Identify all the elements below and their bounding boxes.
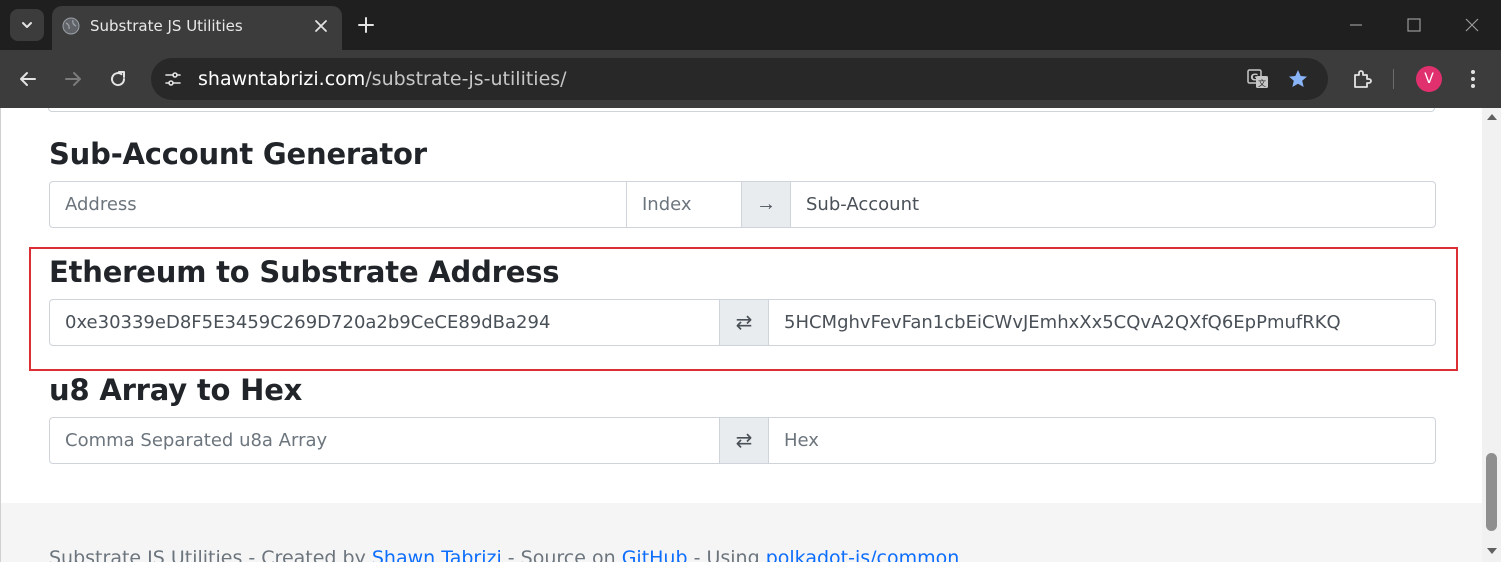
ethereum-address-input[interactable]: 0xe30339eD8F5E3459C269D720a2b9CeCE89dBa2… xyxy=(49,299,720,346)
tab-search-button[interactable] xyxy=(10,9,44,41)
window-close-icon[interactable] xyxy=(1462,15,1482,35)
swap-icon: ⇄ xyxy=(735,430,753,452)
page-scrollbar[interactable] xyxy=(1482,108,1501,562)
chevron-down-icon xyxy=(22,22,32,28)
reload-icon xyxy=(111,71,126,87)
footer-mid1: - Source on xyxy=(501,547,622,562)
extensions-button[interactable] xyxy=(1350,67,1374,91)
sub-account-input-group: Address Index → Sub-Account xyxy=(49,181,1436,228)
star-icon xyxy=(1289,70,1307,87)
section-title-eth-to-substrate: Ethereum to Substrate Address xyxy=(49,255,560,289)
minimize-icon[interactable] xyxy=(1346,15,1366,35)
browser-toolbar: shawntabrizi.com/substrate-js-utilities/… xyxy=(0,50,1501,108)
swap-icon: ⇄ xyxy=(735,312,753,334)
site-info-button[interactable] xyxy=(161,67,185,91)
swap-button[interactable]: ⇄ xyxy=(719,299,769,346)
polkadot-link[interactable]: polkadot-js/common xyxy=(766,547,960,562)
substrate-address-input[interactable]: 5HCMghvFevFan1cbEiCWvJEmhxXx5CQvA2QXfQ6E… xyxy=(768,299,1436,346)
scrollbar-thumb[interactable] xyxy=(1486,453,1497,531)
sub-account-output[interactable]: Sub-Account xyxy=(790,181,1436,228)
u8-to-hex-input-group: Comma Separated u8a Array ⇄ Hex xyxy=(49,417,1436,464)
footer-text: Substrate JS Utilities - Created by Shaw… xyxy=(49,547,959,562)
kebab-icon xyxy=(1471,70,1475,88)
translate-button[interactable]: G 文 xyxy=(1246,67,1270,91)
profile-avatar[interactable]: V xyxy=(1416,66,1442,92)
globe-icon xyxy=(62,17,80,35)
url-text: shawntabrizi.com/substrate-js-utilities/ xyxy=(198,68,567,90)
tab-active[interactable]: Substrate JS Utilities xyxy=(52,6,342,50)
maximize-icon[interactable] xyxy=(1404,15,1424,35)
address-bar[interactable]: shawntabrizi.com/substrate-js-utilities/… xyxy=(151,58,1328,100)
address-input[interactable]: Address xyxy=(49,181,627,228)
svg-text:文: 文 xyxy=(1258,78,1266,88)
translate-icon: G 文 xyxy=(1247,69,1268,88)
reload-button[interactable] xyxy=(106,67,130,91)
footer-mid2: - Using xyxy=(687,547,766,562)
plus-icon[interactable] xyxy=(356,15,376,35)
puzzle-icon xyxy=(1354,70,1372,88)
toolbar-divider xyxy=(1393,69,1394,89)
tab-title: Substrate JS Utilities xyxy=(90,17,243,35)
hex-input[interactable]: Hex xyxy=(768,417,1436,464)
previous-input-edge xyxy=(48,108,1435,112)
section-title-u8-to-hex: u8 Array to Hex xyxy=(49,373,303,407)
browser-menu-button[interactable] xyxy=(1461,67,1485,91)
scroll-up-arrow[interactable] xyxy=(1487,114,1497,120)
url-host: shawntabrizi.com xyxy=(198,68,366,90)
swap-button[interactable]: ⇄ xyxy=(719,417,769,464)
close-icon[interactable] xyxy=(312,17,330,35)
footer-prefix: Substrate JS Utilities - Created by xyxy=(49,547,372,562)
forward-button[interactable] xyxy=(61,67,85,91)
u8-array-input[interactable]: Comma Separated u8a Array xyxy=(49,417,720,464)
back-button[interactable] xyxy=(16,67,40,91)
index-input[interactable]: Index xyxy=(626,181,742,228)
page-footer: Substrate JS Utilities - Created by Shaw… xyxy=(1,503,1482,562)
bookmark-button[interactable] xyxy=(1286,67,1310,91)
url-path: /substrate-js-utilities/ xyxy=(365,68,567,90)
tab-bar: Substrate JS Utilities xyxy=(0,0,1501,50)
tune-icon xyxy=(165,72,181,86)
github-link[interactable]: GitHub xyxy=(622,547,688,562)
arrow-right-icon xyxy=(65,72,81,86)
page-content: Sub-Account Generator Address Index → Su… xyxy=(0,108,1482,562)
arrow-left-icon xyxy=(20,72,36,86)
arrow-right-addon: → xyxy=(741,181,791,228)
section-title-sub-account: Sub-Account Generator xyxy=(49,137,427,171)
eth-to-substrate-input-group: 0xe30339eD8F5E3459C269D720a2b9CeCE89dBa2… xyxy=(49,299,1436,346)
author-link[interactable]: Shawn Tabrizi xyxy=(372,547,502,562)
scroll-down-arrow[interactable] xyxy=(1487,548,1497,554)
